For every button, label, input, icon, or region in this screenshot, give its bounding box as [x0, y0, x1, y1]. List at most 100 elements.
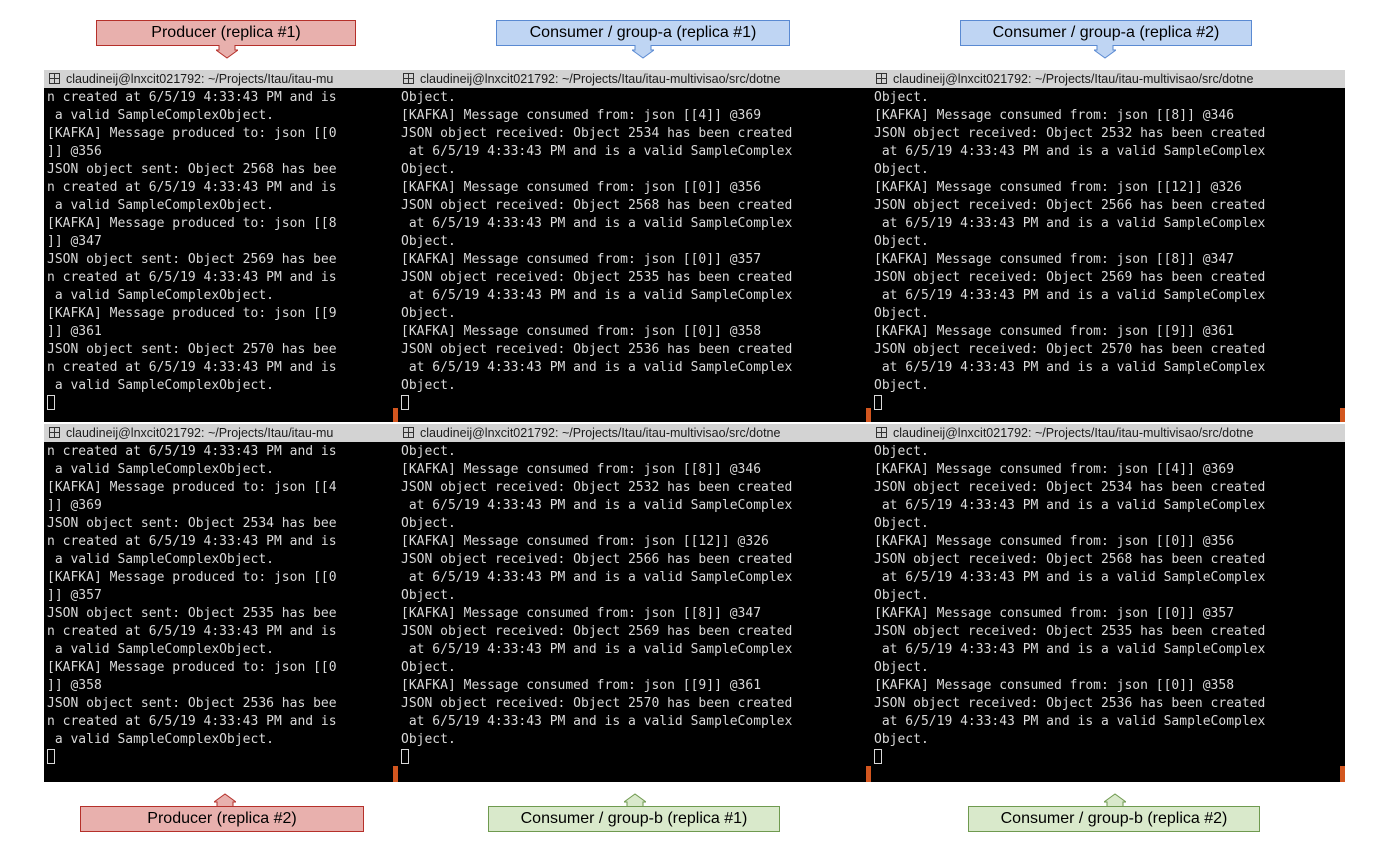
terminal-line: [KAFKA] Message consumed from: json [[12… [874, 180, 1242, 195]
terminal-titlebar[interactable]: claudineij@lnxcit021792: ~/Projects/Itau… [398, 70, 871, 88]
terminal-consumer-group-a-replica-1[interactable]: claudineij@lnxcit021792: ~/Projects/Itau… [398, 70, 871, 422]
scrollbar-marker[interactable] [1340, 766, 1345, 782]
terminal-line: n created at 6/5/19 4:33:43 PM and is [47, 270, 337, 285]
window-menu-icon[interactable] [49, 73, 60, 84]
window-menu-icon[interactable] [403, 73, 414, 84]
arrow-down-icon [1094, 45, 1116, 59]
terminal-line: Object. [874, 588, 929, 603]
arrow-up-icon [624, 793, 646, 807]
arrow-up-icon [1104, 793, 1126, 807]
terminal-title: claudineij@lnxcit021792: ~/Projects/Itau… [420, 72, 781, 86]
terminal-title: claudineij@lnxcit021792: ~/Projects/Itau… [893, 426, 1254, 440]
terminal-line: n created at 6/5/19 4:33:43 PM and is [47, 444, 337, 459]
terminal-line: at 6/5/19 4:33:43 PM and is a valid Samp… [874, 498, 1266, 513]
terminal-line: [KAFKA] Message consumed from: json [[0]… [401, 324, 762, 339]
terminal-line: n created at 6/5/19 4:33:43 PM and is [47, 534, 337, 549]
terminal-line: JSON object received: Object 2570 has be… [874, 342, 1266, 357]
terminal-line: at 6/5/19 4:33:43 PM and is a valid Samp… [874, 570, 1266, 585]
terminal-consumer-group-a-replica-2[interactable]: claudineij@lnxcit021792: ~/Projects/Itau… [871, 70, 1345, 422]
terminal-line: Object. [401, 444, 456, 459]
terminal-cursor [874, 749, 882, 764]
terminal-line: ]] @369 [47, 498, 102, 513]
terminal-line: JSON object received: Object 2568 has be… [874, 552, 1266, 567]
window-menu-icon[interactable] [876, 73, 887, 84]
terminal-title: claudineij@lnxcit021792: ~/Projects/Itau… [893, 72, 1254, 86]
terminal-output[interactable]: Object. [KAFKA] Message consumed from: js… [874, 443, 1345, 782]
terminal-line: [KAFKA] Message consumed from: json [[0]… [401, 252, 762, 267]
window-menu-icon[interactable] [403, 427, 414, 438]
terminal-line: at 6/5/19 4:33:43 PM and is a valid Samp… [874, 288, 1266, 303]
terminal-line: Object. [401, 162, 456, 177]
terminal-titlebar[interactable]: claudineij@lnxcit021792: ~/Projects/Itau… [871, 70, 1345, 88]
terminal-line: Object. [401, 234, 456, 249]
terminal-line: [KAFKA] Message consumed from: json [[4]… [401, 108, 762, 123]
terminal-line: JSON object sent: Object 2568 has bee [47, 162, 337, 177]
terminal-cursor [47, 749, 55, 764]
terminal-line: Object. [401, 660, 456, 675]
callout-consumer-group-b-replica-2: Consumer / group-b (replica #2) [968, 806, 1260, 832]
scrollbar-marker[interactable] [1340, 408, 1345, 422]
terminal-output[interactable]: Object. [KAFKA] Message consumed from: js… [874, 89, 1345, 422]
terminal-line: JSON object received: Object 2536 has be… [401, 342, 793, 357]
terminal-line: n created at 6/5/19 4:33:43 PM and is [47, 180, 337, 195]
terminal-line: [KAFKA] Message consumed from: json [[12… [401, 534, 769, 549]
terminal-line: JSON object received: Object 2532 has be… [401, 480, 793, 495]
terminal-line: JSON object received: Object 2534 has be… [874, 480, 1266, 495]
arrow-down-icon [632, 45, 654, 59]
callout-consumer-group-a-replica-1: Consumer / group-a (replica #1) [496, 20, 790, 46]
terminal-producer-replica-2[interactable]: claudineij@lnxcit021792: ~/Projects/Itau… [44, 424, 398, 782]
terminal-line: [KAFKA] Message produced to: json [[0 [47, 570, 337, 585]
callout-producer-replica-1: Producer (replica #1) [96, 20, 356, 46]
terminal-output[interactable]: n created at 6/5/19 4:33:43 PM and is a … [47, 89, 398, 422]
terminal-line: [KAFKA] Message produced to: json [[0 [47, 660, 337, 675]
terminal-line: JSON object received: Object 2570 has be… [401, 696, 793, 711]
terminal-titlebar[interactable]: claudineij@lnxcit021792: ~/Projects/Itau… [44, 424, 398, 442]
terminal-line: Object. [874, 90, 929, 105]
window-menu-icon[interactable] [49, 427, 60, 438]
terminal-line: a valid SampleComplexObject. [47, 462, 274, 477]
terminal-line: Object. [874, 732, 929, 747]
terminal-line: JSON object received: Object 2569 has be… [874, 270, 1266, 285]
terminal-line: [KAFKA] Message consumed from: json [[9]… [874, 324, 1235, 339]
terminal-titlebar[interactable]: claudineij@lnxcit021792: ~/Projects/Itau… [398, 424, 871, 442]
terminal-line: Object. [874, 444, 929, 459]
terminal-line: [KAFKA] Message consumed from: json [[8]… [401, 462, 762, 477]
terminal-line: [KAFKA] Message consumed from: json [[8]… [874, 108, 1235, 123]
callout-producer-replica-2: Producer (replica #2) [80, 806, 364, 832]
terminal-line: Object. [874, 234, 929, 249]
terminal-line: n created at 6/5/19 4:33:43 PM and is [47, 624, 337, 639]
terminal-titlebar[interactable]: claudineij@lnxcit021792: ~/Projects/Itau… [871, 424, 1345, 442]
terminal-line: [KAFKA] Message produced to: json [[0 [47, 126, 337, 141]
terminal-line: JSON object received: Object 2569 has be… [401, 624, 793, 639]
terminal-line: a valid SampleComplexObject. [47, 732, 274, 747]
terminal-line: at 6/5/19 4:33:43 PM and is a valid Samp… [874, 216, 1266, 231]
terminal-line: a valid SampleComplexObject. [47, 288, 274, 303]
terminal-line: ]] @361 [47, 324, 102, 339]
terminal-line: at 6/5/19 4:33:43 PM and is a valid Samp… [401, 288, 793, 303]
terminal-line: ]] @347 [47, 234, 102, 249]
window-menu-icon[interactable] [876, 427, 887, 438]
terminal-titlebar[interactable]: claudineij@lnxcit021792: ~/Projects/Itau… [44, 70, 398, 88]
terminal-line: ]] @357 [47, 588, 102, 603]
terminal-output[interactable]: Object. [KAFKA] Message consumed from: js… [401, 443, 871, 782]
terminal-line: [KAFKA] Message produced to: json [[8 [47, 216, 337, 231]
terminal-line: JSON object received: Object 2536 has be… [874, 696, 1266, 711]
terminal-producer-replica-1[interactable]: claudineij@lnxcit021792: ~/Projects/Itau… [44, 70, 398, 422]
terminal-cursor [401, 749, 409, 764]
terminal-line: [KAFKA] Message consumed from: json [[0]… [874, 678, 1235, 693]
terminal-output[interactable]: n created at 6/5/19 4:33:43 PM and is a … [47, 443, 398, 782]
terminal-output[interactable]: Object. [KAFKA] Message consumed from: js… [401, 89, 871, 422]
terminal-line: n created at 6/5/19 4:33:43 PM and is [47, 90, 337, 105]
terminal-consumer-group-b-replica-2[interactable]: claudineij@lnxcit021792: ~/Projects/Itau… [871, 424, 1345, 782]
terminal-line: Object. [874, 378, 929, 393]
terminal-line: ]] @358 [47, 678, 102, 693]
terminal-line: [KAFKA] Message consumed from: json [[8]… [874, 252, 1235, 267]
terminal-line: JSON object sent: Object 2536 has bee [47, 696, 337, 711]
terminal-title: claudineij@lnxcit021792: ~/Projects/Itau… [66, 72, 334, 86]
terminal-line: JSON object sent: Object 2535 has bee [47, 606, 337, 621]
terminal-line: at 6/5/19 4:33:43 PM and is a valid Samp… [401, 714, 793, 729]
terminal-line: [KAFKA] Message consumed from: json [[9]… [401, 678, 762, 693]
terminal-line: at 6/5/19 4:33:43 PM and is a valid Samp… [401, 642, 793, 657]
terminal-consumer-group-b-replica-1[interactable]: claudineij@lnxcit021792: ~/Projects/Itau… [398, 424, 871, 782]
terminal-line: at 6/5/19 4:33:43 PM and is a valid Samp… [401, 570, 793, 585]
